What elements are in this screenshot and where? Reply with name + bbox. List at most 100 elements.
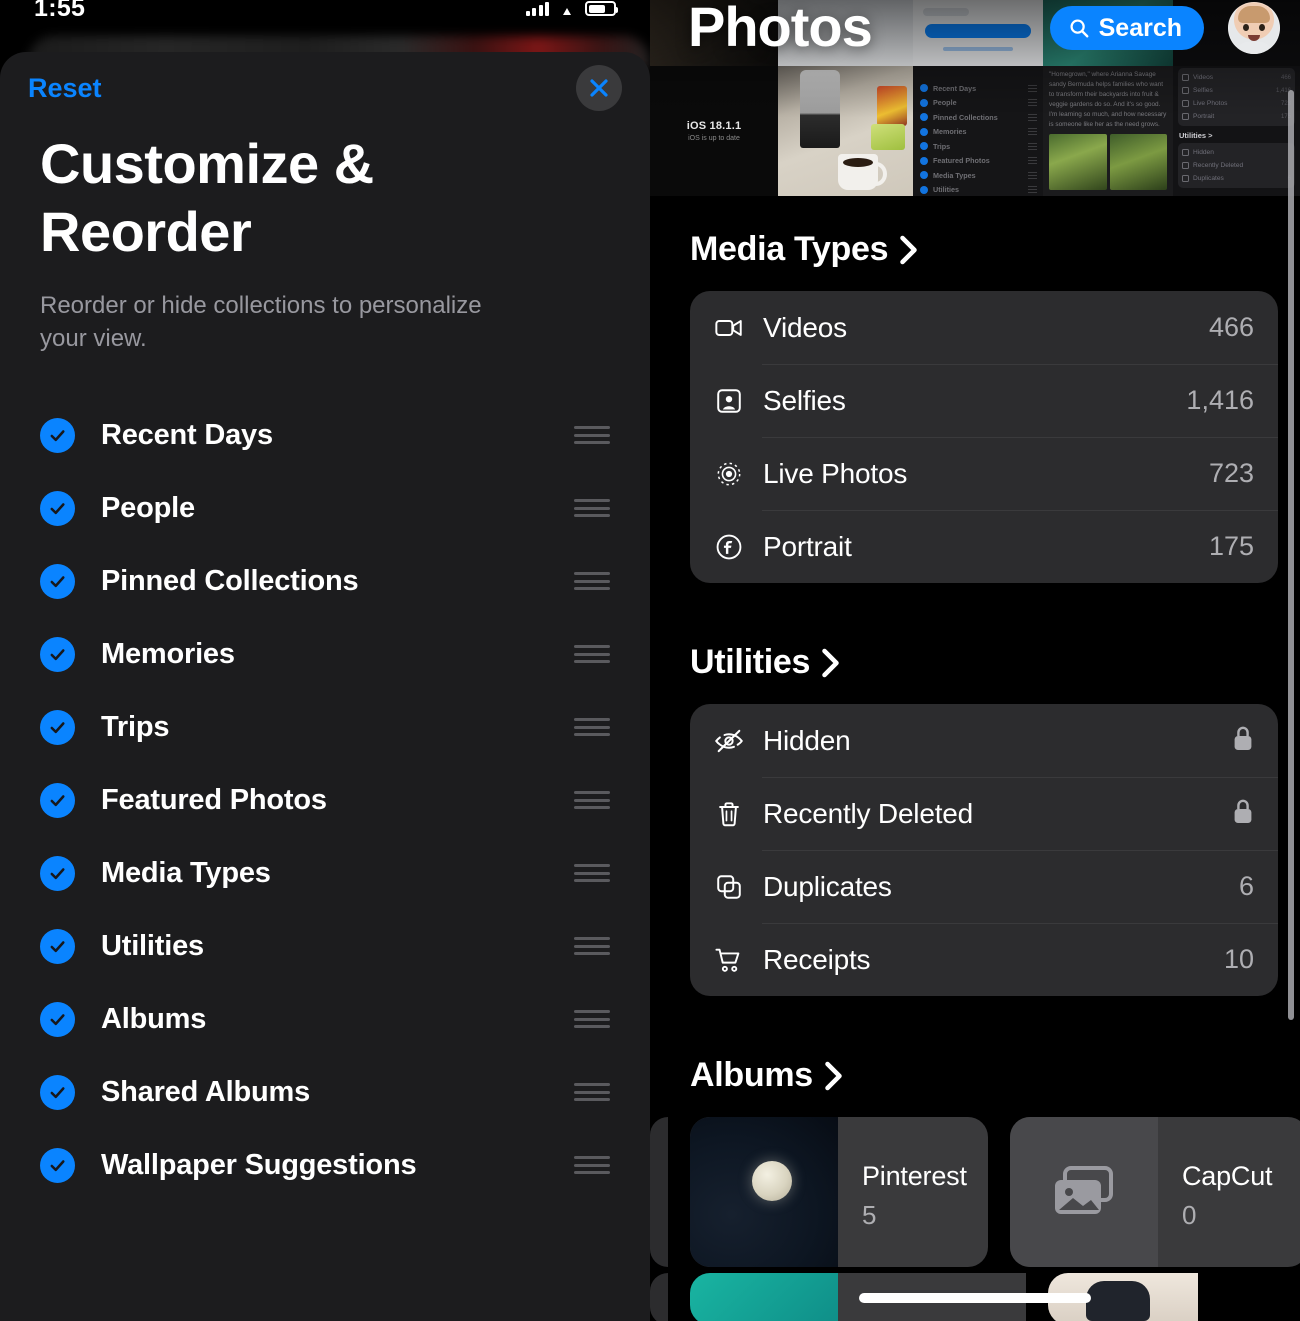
- wifi-icon: [558, 2, 576, 16]
- list-item[interactable]: Hidden: [690, 704, 1278, 777]
- drag-handle-icon[interactable]: [574, 1007, 610, 1031]
- collection-row[interactable]: Featured Photos: [40, 764, 610, 837]
- collection-list: Recent Days People Pinned CollectionsMemor…: [0, 399, 650, 1202]
- close-button[interactable]: [576, 65, 622, 111]
- search-button[interactable]: Search: [1050, 6, 1204, 50]
- list-item[interactable]: Videos466: [690, 291, 1278, 364]
- drag-handle-icon[interactable]: [574, 496, 610, 520]
- drag-handle-icon[interactable]: [574, 1153, 610, 1177]
- album-row2-teal-thumb[interactable]: [690, 1273, 838, 1321]
- mini-collection-list: Recent DaysPeoplePinned CollectionsMemor…: [920, 81, 1037, 196]
- list-item-value: 175: [1209, 531, 1254, 562]
- list-item[interactable]: Receipts10: [690, 923, 1278, 996]
- mini-collection-label: Utilities: [933, 185, 959, 194]
- checkmark-toggle[interactable]: [40, 418, 75, 453]
- collection-row[interactable]: Recent Days: [40, 399, 610, 472]
- avatar[interactable]: [1228, 2, 1280, 54]
- mini-media-row: Portrait175: [1182, 110, 1291, 123]
- vertical-scrollbar[interactable]: [1288, 90, 1294, 1020]
- coffee-brewer-shape: [800, 70, 840, 148]
- checkmark-toggle[interactable]: [40, 1002, 75, 1037]
- drag-handle-icon[interactable]: [574, 715, 610, 739]
- mini-check-icon: [920, 157, 928, 165]
- section-header-utilities[interactable]: Utilities: [650, 643, 1300, 682]
- mini-collection-row: Memories: [920, 125, 1037, 140]
- list-item[interactable]: Selfies1,416: [690, 364, 1278, 437]
- album-count: 0: [1182, 1200, 1300, 1231]
- snack-box-2-shape: [871, 124, 905, 150]
- checkmark-toggle[interactable]: [40, 564, 75, 599]
- list-item[interactable]: Portrait175: [690, 510, 1278, 583]
- collage-tile-settings: Recent DaysPeoplePinned CollectionsMemor…: [913, 0, 1043, 196]
- mini-collection-label: Trips: [933, 142, 950, 151]
- mini-utility-icon: [1182, 175, 1189, 182]
- collection-row[interactable]: Pinned Collections: [40, 545, 610, 618]
- list-item-value: 1,416: [1186, 385, 1254, 416]
- mini-collection-row: Recent Days: [920, 81, 1037, 96]
- article-photo-pair: [1049, 134, 1167, 190]
- collection-row[interactable]: Memories: [40, 618, 610, 691]
- list-item[interactable]: Recently Deleted: [690, 777, 1278, 850]
- mini-collection-label: People: [933, 98, 957, 107]
- mini-media-label: Selfies: [1193, 87, 1213, 94]
- album-card[interactable]: Pinterest5: [690, 1117, 988, 1267]
- list-item-label: Videos: [763, 312, 1209, 344]
- list-item[interactable]: Live Photos723: [690, 437, 1278, 510]
- article-photo-1: [1049, 134, 1107, 190]
- mini-media-row: Live Photos723: [1182, 97, 1291, 110]
- mini-drag-handle-icon: [1028, 175, 1037, 176]
- list-item-label: Recently Deleted: [763, 798, 1232, 830]
- reset-button[interactable]: Reset: [28, 73, 102, 104]
- collection-row[interactable]: Shared Albums: [40, 1056, 610, 1129]
- lock-icon: [1232, 725, 1254, 757]
- list-item-label: Portrait: [763, 531, 1209, 563]
- mini-media-types-card: Videos466Selfies1,416Live Photos723Portr…: [1178, 68, 1295, 126]
- albums-strip[interactable]: Pinterest5CapCut0: [650, 1117, 1300, 1267]
- collection-row[interactable]: Media Types: [40, 837, 610, 910]
- checkmark-toggle[interactable]: [40, 710, 75, 745]
- section-header-media-types[interactable]: Media Types: [650, 230, 1300, 269]
- mini-media-row: Selfies1,416: [1182, 84, 1291, 97]
- album-card-peek[interactable]: [650, 1117, 668, 1267]
- album-thumbnail: [690, 1117, 838, 1267]
- drag-handle-icon[interactable]: [574, 934, 610, 958]
- album-card[interactable]: CapCut0: [1010, 1117, 1300, 1267]
- drag-handle-icon[interactable]: [574, 423, 610, 447]
- coffee-mug-shape: [838, 154, 878, 190]
- check-icon: [47, 644, 68, 665]
- collection-label: People: [101, 492, 574, 525]
- close-icon: [587, 76, 611, 100]
- drag-handle-icon[interactable]: [574, 788, 610, 812]
- list-item-label: Live Photos: [763, 458, 1209, 490]
- checkmark-toggle[interactable]: [40, 1148, 75, 1183]
- collection-row[interactable]: Trips: [40, 691, 610, 764]
- collection-row[interactable]: People: [40, 472, 610, 545]
- checkmark-toggle[interactable]: [40, 637, 75, 672]
- mini-media-label: Live Photos: [1193, 100, 1227, 107]
- mini-collection-row: Utilities: [920, 183, 1037, 197]
- checkmark-toggle[interactable]: [40, 491, 75, 526]
- albums-section: Albums Pinterest5CapCut0: [650, 1056, 1300, 1267]
- list-item[interactable]: Duplicates6: [690, 850, 1278, 923]
- photos-content-scroll[interactable]: Media TypesVideos466Selfies1,416Live Pho…: [650, 196, 1300, 1321]
- checkmark-toggle[interactable]: [40, 783, 75, 818]
- album-row2-peek[interactable]: [650, 1273, 668, 1321]
- checkmark-toggle[interactable]: [40, 1075, 75, 1110]
- mini-utility-label: Hidden: [1193, 149, 1214, 156]
- mini-collection-label: Memories: [933, 127, 967, 136]
- page-subtitle: Reorder or hide collections to personali…: [0, 289, 570, 355]
- checkmark-toggle[interactable]: [40, 856, 75, 891]
- checkmark-toggle[interactable]: [40, 929, 75, 964]
- drag-handle-icon[interactable]: [574, 569, 610, 593]
- mini-media-label: Portrait: [1193, 113, 1214, 120]
- sheet-toolbar: Reset: [0, 52, 650, 124]
- collection-row[interactable]: Albums: [40, 983, 610, 1056]
- drag-handle-icon[interactable]: [574, 642, 610, 666]
- shopping-cart-icon: [712, 945, 746, 975]
- collection-row[interactable]: Utilities: [40, 910, 610, 983]
- list-item-value: 723: [1209, 458, 1254, 489]
- drag-handle-icon[interactable]: [574, 861, 610, 885]
- drag-handle-icon[interactable]: [574, 1080, 610, 1104]
- collection-row[interactable]: Wallpaper Suggestions: [40, 1129, 610, 1202]
- albums-section-header[interactable]: Albums: [650, 1056, 1300, 1095]
